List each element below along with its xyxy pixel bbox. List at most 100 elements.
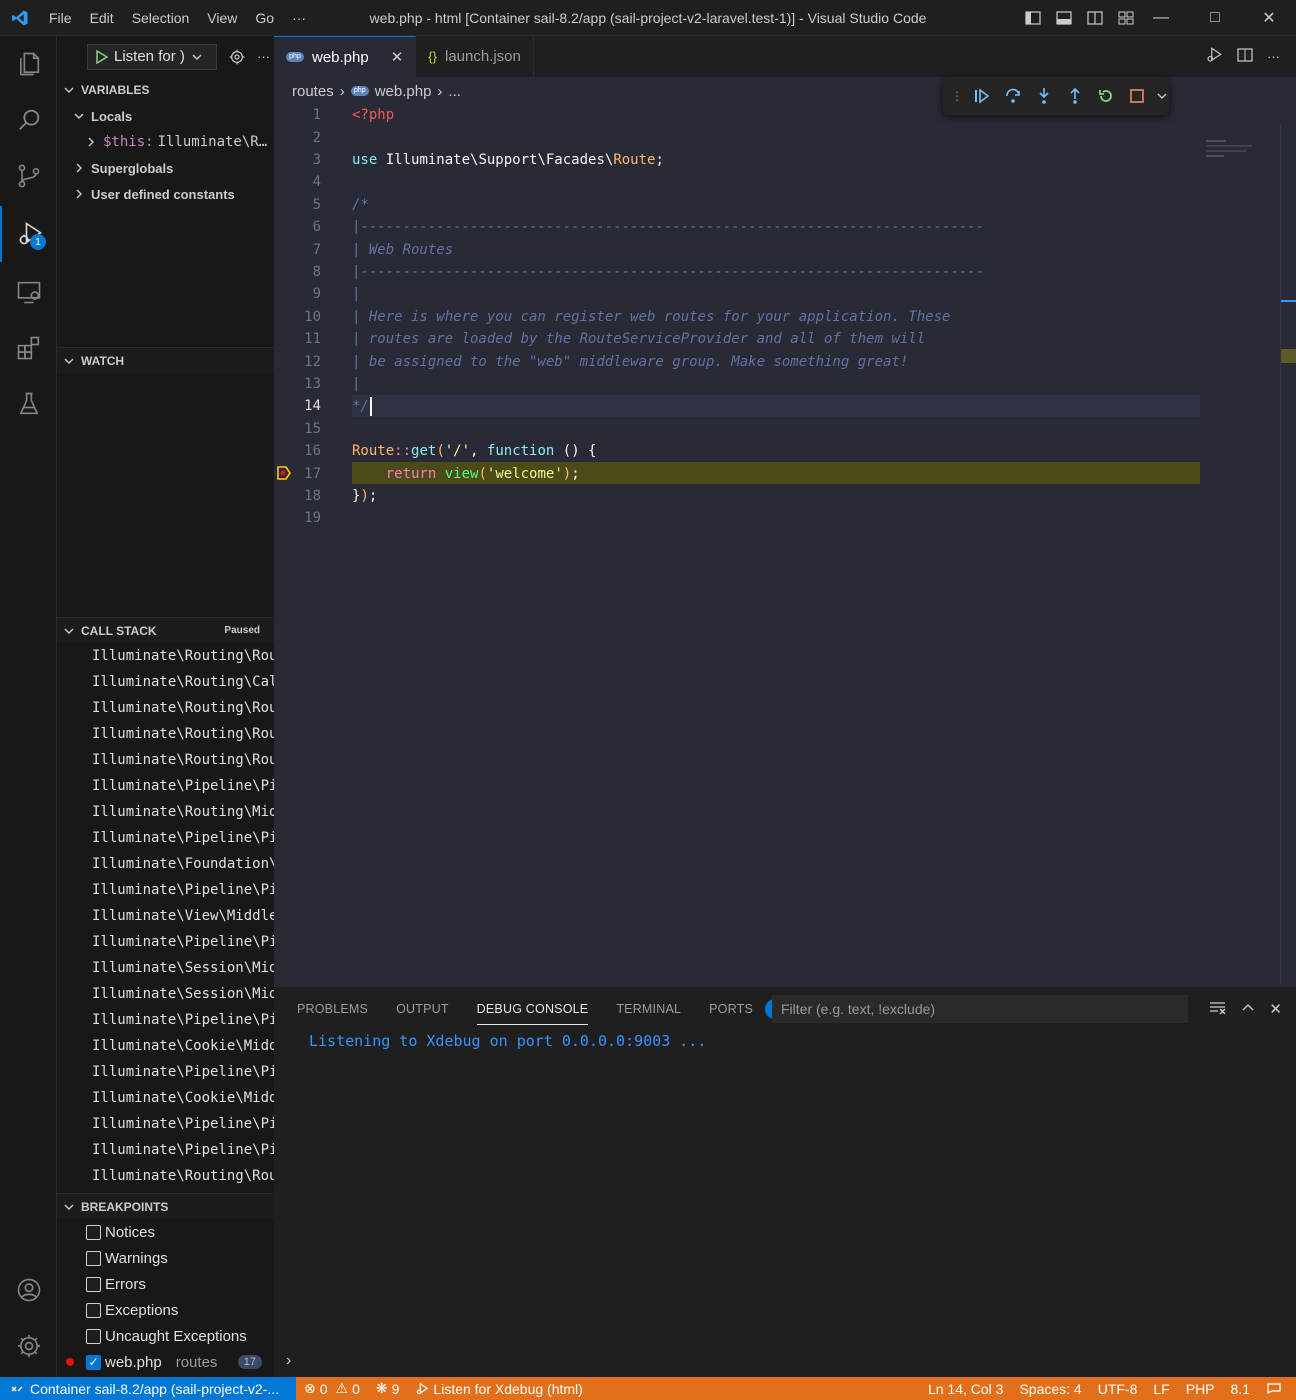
menu-edit[interactable]: Edit: [81, 0, 123, 36]
minimap[interactable]: [1206, 140, 1256, 162]
end-of-line[interactable]: LF: [1145, 1381, 1177, 1397]
close-window-icon[interactable]: ✕: [1242, 0, 1296, 36]
callstack-frame[interactable]: Illuminate\Routing\Router->runRoute: [57, 721, 274, 747]
search-icon[interactable]: [0, 92, 57, 148]
toggle-panel-icon[interactable]: [1048, 10, 1079, 26]
menu-more[interactable]: ···: [283, 0, 315, 36]
user-constants-node[interactable]: User defined constants: [57, 181, 274, 207]
callstack-frame[interactable]: Illuminate\Routing\Middleware\Substitute…: [57, 799, 274, 825]
cursor-position[interactable]: Ln 14, Col 3: [920, 1381, 1012, 1397]
breakpoint-option[interactable]: Uncaught Exceptions: [57, 1323, 274, 1349]
superglobals-node[interactable]: Superglobals: [57, 155, 274, 181]
breakpoint-option[interactable]: Warnings: [57, 1245, 274, 1271]
callstack-frame[interactable]: Illuminate\Session\Middleware\StartSessi…: [57, 955, 274, 981]
menu-go[interactable]: Go: [246, 0, 283, 36]
callstack-frame[interactable]: Illuminate\Cookie\Middleware\AddQueued: [57, 1033, 274, 1059]
step-over-icon[interactable]: [1002, 87, 1023, 105]
run-file-icon[interactable]: [1205, 46, 1223, 67]
breakpoint-option[interactable]: Notices: [57, 1219, 274, 1245]
callstack-section-header[interactable]: CALL STACK Paused: [57, 617, 274, 643]
callstack-frame[interactable]: Illuminate\Pipeline\Pipeline->then: [57, 1137, 274, 1163]
editor-scrollbar[interactable]: [1280, 125, 1296, 985]
tab-launch-json[interactable]: {} launch.json: [416, 36, 534, 77]
breadcrumb-folder[interactable]: routes: [292, 83, 334, 100]
menu-file[interactable]: File: [40, 0, 81, 36]
indentation[interactable]: Spaces: 4: [1011, 1381, 1089, 1397]
debug-settings-gear-icon[interactable]: [229, 49, 245, 65]
continue-icon[interactable]: [971, 87, 992, 105]
breakpoints-section-header[interactable]: BREAKPOINTS: [57, 1193, 274, 1219]
breakpoint-checkbox[interactable]: ✓: [86, 1354, 101, 1370]
callstack-frame[interactable]: Illuminate\Routing\Router->dispatch: [57, 747, 274, 773]
breakpoint-option[interactable]: Exceptions: [57, 1297, 274, 1323]
callstack-frame[interactable]: Illuminate\View\Middleware\ShareErrors: [57, 903, 274, 929]
callstack-frame[interactable]: Illuminate\Routing\Router->runRouteWithi…: [57, 1163, 274, 1189]
breakpoint-web-php[interactable]: ✓ web.php routes 17: [57, 1349, 274, 1375]
breakpoint-checkbox[interactable]: [86, 1328, 101, 1344]
editor-more-icon[interactable]: ···: [1267, 49, 1280, 64]
callstack-frame[interactable]: Illuminate\Routing\Route->runCallable: [57, 643, 274, 669]
tab-debug-console[interactable]: DEBUG CONSOLE: [463, 987, 603, 1031]
ports-status[interactable]: ❋ 9: [368, 1380, 408, 1397]
step-into-icon[interactable]: [1033, 87, 1054, 105]
chevron-down-icon[interactable]: [1157, 91, 1167, 101]
variable-this[interactable]: $this: Illuminate\R…: [57, 129, 274, 155]
problems-status[interactable]: ⊗ 0 ⚠ 0: [296, 1380, 368, 1397]
callstack-frame[interactable]: Illuminate\Pipeline\Pipeline->carry: [57, 929, 274, 955]
breadcrumb-file[interactable]: web.php: [375, 83, 432, 100]
callstack-frame[interactable]: Illuminate\Pipeline\Pipeline->carry: [57, 877, 274, 903]
split-editor-icon[interactable]: [1237, 47, 1253, 66]
locals-node[interactable]: Locals: [57, 103, 274, 129]
launch-config-select[interactable]: Listen for ): [87, 43, 217, 70]
breakpoint-option[interactable]: Errors: [57, 1271, 274, 1297]
callstack-frame[interactable]: Illuminate\Pipeline\Pipeline->then: [57, 773, 274, 799]
close-tab-icon[interactable]: ✕: [391, 48, 404, 66]
drag-handle-icon[interactable]: ⋮: [951, 89, 963, 103]
remote-indicator[interactable]: Container sail-8.2/app (sail-project-v2-…: [0, 1377, 296, 1400]
feedback-icon[interactable]: [1258, 1381, 1296, 1397]
callstack-frame[interactable]: Illuminate\Pipeline\Pipeline->carry: [57, 1111, 274, 1137]
breadcrumb-symbol[interactable]: ...: [448, 83, 461, 100]
tab-output[interactable]: OUTPUT: [382, 987, 463, 1031]
close-panel-icon[interactable]: ✕: [1269, 1000, 1282, 1018]
callstack-frame[interactable]: Illuminate\Session\Middleware\StartSessi…: [57, 981, 274, 1007]
callstack-frame[interactable]: Illuminate\Pipeline\Pipeline->carry: [57, 1007, 274, 1033]
watch-section-header[interactable]: WATCH: [57, 347, 274, 373]
maximize-panel-icon[interactable]: [1241, 1001, 1255, 1018]
breakpoint-checkbox[interactable]: [86, 1250, 101, 1266]
accounts-icon[interactable]: [0, 1262, 57, 1318]
restart-icon[interactable]: [1095, 87, 1116, 105]
callstack-frame[interactable]: Illuminate\Foundation\Http\Middleware: [57, 851, 274, 877]
remote-explorer-icon[interactable]: [0, 264, 57, 320]
variables-section-header[interactable]: VARIABLES: [57, 77, 274, 103]
breakpoint-checkbox[interactable]: [86, 1302, 101, 1318]
breakpoint-checkbox[interactable]: [86, 1224, 101, 1240]
tab-problems[interactable]: PROBLEMS: [283, 987, 382, 1031]
extensions-icon[interactable]: [0, 320, 57, 376]
more-actions-icon[interactable]: ···: [257, 49, 270, 64]
callstack-frame[interactable]: Illuminate\Cookie\Middleware\EncryptCook…: [57, 1085, 274, 1111]
repl-prompt[interactable]: ›: [286, 1352, 291, 1370]
maximize-icon[interactable]: □: [1188, 0, 1242, 36]
toggle-primary-sidebar-icon[interactable]: [1017, 10, 1048, 26]
menu-selection[interactable]: Selection: [123, 0, 199, 36]
console-filter-input[interactable]: Filter (e.g. text, !exclude): [772, 995, 1188, 1023]
explorer-icon[interactable]: [0, 36, 57, 92]
encoding[interactable]: UTF-8: [1090, 1381, 1146, 1397]
minimize-icon[interactable]: —: [1134, 0, 1188, 36]
callstack-frame[interactable]: Illuminate\Pipeline\Pipeline->carry: [57, 825, 274, 851]
breakpoint-checkbox[interactable]: [86, 1276, 101, 1292]
testing-icon[interactable]: [0, 376, 57, 432]
start-debugging-icon[interactable]: [94, 49, 108, 64]
callstack-frame[interactable]: Illuminate\Routing\Route->run: [57, 695, 274, 721]
menu-view[interactable]: View: [198, 0, 246, 36]
run-debug-icon[interactable]: [0, 206, 57, 262]
php-version[interactable]: 8.1: [1223, 1381, 1258, 1397]
debug-config-status[interactable]: Listen for Xdebug (html): [407, 1381, 590, 1397]
callstack-frame[interactable]: Illuminate\Pipeline\Pipeline->carry: [57, 1059, 274, 1085]
tab-web-php[interactable]: php web.php ✕: [274, 36, 417, 77]
toggle-secondary-sidebar-icon[interactable]: [1079, 10, 1110, 26]
clear-console-icon[interactable]: [1209, 1000, 1227, 1019]
step-out-icon[interactable]: [1064, 87, 1085, 105]
callstack-frame[interactable]: Illuminate\Routing\CallableDispatcher->d…: [57, 669, 274, 695]
